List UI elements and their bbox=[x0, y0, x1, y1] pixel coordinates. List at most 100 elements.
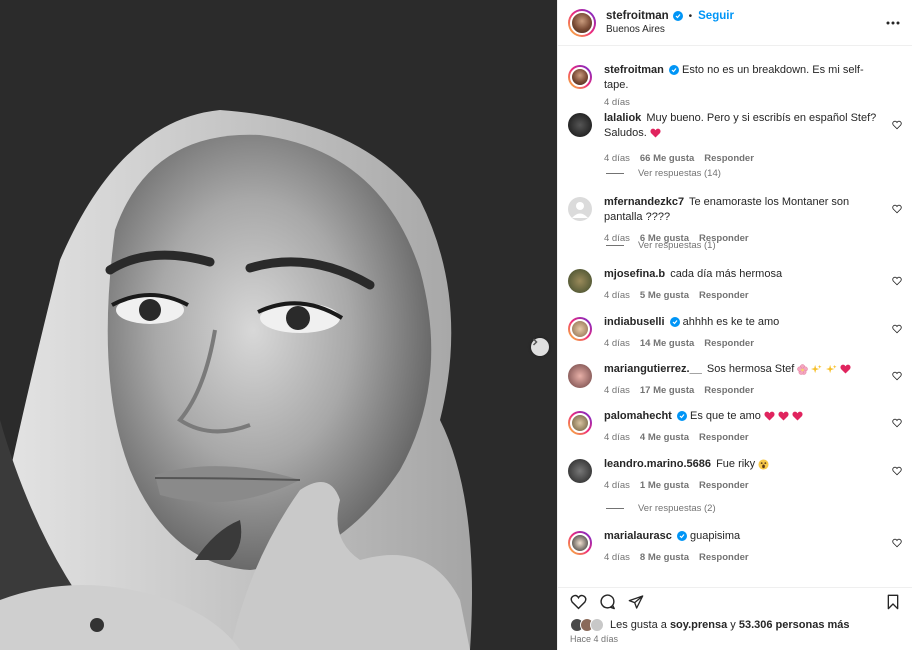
share-button[interactable] bbox=[628, 594, 644, 613]
more-options-button[interactable] bbox=[886, 14, 900, 28]
liker-username[interactable]: soy.prensa bbox=[670, 619, 727, 631]
commenter-username[interactable]: indiabuselli bbox=[604, 316, 665, 328]
red-heart-emoji-icon bbox=[650, 128, 661, 138]
comment-item: marialaurasc guapisima 4 días 8 Me gusta… bbox=[568, 529, 902, 563]
save-button[interactable] bbox=[886, 594, 900, 613]
caption-age: 4 días bbox=[604, 97, 630, 108]
separator-dot: • bbox=[688, 10, 693, 22]
commenter-avatar[interactable] bbox=[568, 317, 592, 341]
commenter-avatar[interactable] bbox=[568, 269, 592, 293]
heart-outline-icon bbox=[892, 120, 902, 130]
comment-text: Es que te amo bbox=[689, 410, 761, 422]
reply-button[interactable]: Responder bbox=[699, 290, 749, 301]
comment-button[interactable] bbox=[599, 593, 616, 613]
paper-plane-icon bbox=[628, 594, 644, 609]
follow-button[interactable]: Seguir bbox=[698, 10, 734, 22]
comment-likes-count[interactable]: 4 Me gusta bbox=[640, 432, 689, 443]
astonished-face-emoji-icon bbox=[758, 459, 769, 470]
default-user-icon bbox=[572, 202, 588, 218]
heart-outline-icon bbox=[892, 204, 902, 214]
likes-summary: Les gusta a soy.prensa y 53.306 personas… bbox=[558, 618, 912, 632]
heart-outline-icon bbox=[892, 371, 902, 381]
comment-likes-count[interactable]: 17 Me gusta bbox=[640, 385, 694, 396]
verified-badge-icon bbox=[669, 317, 680, 327]
comment-likes-count[interactable]: 66 Me gusta bbox=[640, 153, 694, 164]
commenter-avatar[interactable] bbox=[568, 364, 592, 388]
comment-item: palomahecht Es que te amo 4 días 4 Me gu… bbox=[568, 409, 902, 443]
red-heart-emoji-icon bbox=[840, 364, 851, 374]
red-heart-emoji-icon bbox=[792, 411, 803, 421]
comment-item: mariangutierrez.__ Sos hermosa Stef 4 dí… bbox=[568, 362, 902, 396]
like-comment-button[interactable] bbox=[892, 203, 902, 217]
view-replies-button[interactable]: Ver respuestas (1) bbox=[606, 240, 716, 251]
sparkles-emoji-icon bbox=[811, 364, 822, 373]
commenter-avatar[interactable] bbox=[568, 459, 592, 483]
commenter-username[interactable]: leandro.marino.5686 bbox=[604, 458, 711, 470]
comment-likes-count[interactable]: 1 Me gusta bbox=[640, 480, 689, 491]
reply-button[interactable]: Responder bbox=[699, 480, 749, 491]
heart-outline-icon bbox=[892, 538, 902, 548]
comment-likes-count[interactable]: 14 Me gusta bbox=[640, 338, 694, 349]
bookmark-icon bbox=[887, 594, 899, 609]
heart-outline-icon bbox=[570, 594, 587, 609]
heart-outline-icon bbox=[892, 466, 902, 476]
liker-avatar[interactable] bbox=[590, 618, 604, 632]
view-replies-button[interactable]: Ver respuestas (2) bbox=[606, 503, 716, 514]
next-photo-button[interactable] bbox=[531, 338, 549, 356]
commenter-avatar[interactable] bbox=[568, 197, 592, 221]
comment-bubble-icon bbox=[600, 594, 615, 610]
commenter-username[interactable]: mfernandezkc7 bbox=[604, 196, 684, 208]
reply-button[interactable]: Responder bbox=[699, 432, 749, 443]
comment-age: 4 días bbox=[604, 338, 630, 349]
like-comment-button[interactable] bbox=[892, 417, 902, 431]
like-comment-button[interactable] bbox=[892, 119, 902, 133]
comment-age: 4 días bbox=[604, 153, 630, 164]
like-comment-button[interactable] bbox=[892, 465, 902, 479]
verified-badge-icon bbox=[676, 531, 687, 541]
like-comment-button[interactable] bbox=[892, 275, 902, 289]
comment-text: Sos hermosa Stef bbox=[706, 363, 795, 375]
heart-outline-icon bbox=[892, 418, 902, 428]
like-button[interactable] bbox=[570, 594, 587, 613]
author-username[interactable]: stefroitman bbox=[606, 10, 669, 22]
verified-badge-icon bbox=[676, 411, 687, 421]
like-comment-button[interactable] bbox=[892, 323, 902, 337]
post-header: stefroitman • Seguir Buenos Aires bbox=[558, 0, 912, 46]
likes-count[interactable]: 53.306 personas más bbox=[739, 619, 850, 631]
comment-item: lalaliok Muy bueno. Pero y si escribís e… bbox=[568, 111, 902, 164]
heart-outline-icon bbox=[892, 276, 902, 286]
commenter-username[interactable]: mariangutierrez.__ bbox=[604, 363, 702, 375]
verified-badge-icon bbox=[672, 11, 683, 21]
reply-button[interactable]: Responder bbox=[699, 552, 749, 563]
commenter-username[interactable]: palomahecht bbox=[604, 410, 672, 422]
commenter-username[interactable]: lalaliok bbox=[604, 112, 641, 124]
view-replies-button[interactable]: Ver respuestas (14) bbox=[606, 168, 721, 179]
commenter-avatar[interactable] bbox=[568, 113, 592, 137]
like-comment-button[interactable] bbox=[892, 370, 902, 384]
reply-button[interactable]: Responder bbox=[704, 153, 754, 164]
likes-and: y bbox=[730, 619, 736, 631]
comment-likes-count[interactable]: 5 Me gusta bbox=[640, 290, 689, 301]
comment-text: cada día más hermosa bbox=[670, 268, 783, 280]
commenter-avatar[interactable] bbox=[568, 411, 592, 435]
reply-button[interactable]: Responder bbox=[704, 385, 754, 396]
comment-age: 4 días bbox=[604, 552, 630, 563]
comments-list[interactable]: stefroitman Esto no es un breakdown. Es … bbox=[558, 47, 912, 587]
comment-age: 4 días bbox=[604, 385, 630, 396]
author-avatar[interactable] bbox=[568, 65, 592, 89]
commenter-username[interactable]: marialaurasc bbox=[604, 530, 672, 542]
author-avatar[interactable] bbox=[568, 8, 596, 37]
comment-likes-count[interactable]: 8 Me gusta bbox=[640, 552, 689, 563]
post-timestamp[interactable]: Hace 4 días bbox=[558, 632, 912, 646]
reply-button[interactable]: Responder bbox=[704, 338, 754, 349]
post-location[interactable]: Buenos Aires bbox=[606, 24, 734, 35]
comment-age: 4 días bbox=[604, 480, 630, 491]
comment-text: Muy bueno. Pero y si escribís en español… bbox=[604, 112, 877, 139]
comment-text: Fue riky bbox=[716, 458, 756, 470]
commenter-avatar[interactable] bbox=[568, 531, 592, 555]
post-photo[interactable] bbox=[0, 0, 557, 650]
caption-username[interactable]: stefroitman bbox=[604, 64, 664, 76]
like-comment-button[interactable] bbox=[892, 537, 902, 551]
post-details-panel: stefroitman • Seguir Buenos Aires stefro… bbox=[557, 0, 912, 650]
commenter-username[interactable]: mjosefina.b bbox=[604, 268, 665, 280]
